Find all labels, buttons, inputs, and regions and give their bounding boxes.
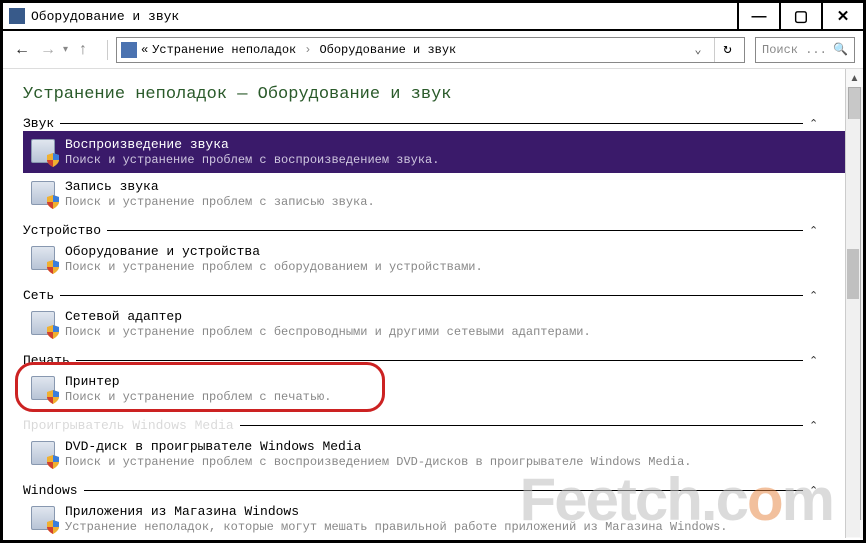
item-title: DVD-диск в проигрывателе Windows Media [65, 439, 692, 454]
item-title: Оборудование и устройства [65, 244, 483, 259]
location-icon [121, 42, 137, 58]
section-header[interactable]: Устройство ⌃ [23, 223, 851, 238]
app-icon [9, 8, 25, 24]
section-header[interactable]: Звук ⌃ [23, 116, 851, 131]
section-Печать: Печать⌃ПринтерПоиск и устранение проблем… [23, 353, 851, 410]
close-button[interactable]: ✕ [821, 2, 863, 30]
network-icon [29, 309, 57, 337]
address-bar[interactable]: « Устранение неполадок › Оборудование и … [116, 37, 745, 63]
item-title: Приложения из Магазина Windows [65, 504, 728, 519]
section-Сеть: Сеть⌃Сетевой адаптерПоиск и устранение п… [23, 288, 851, 345]
minimize-button[interactable]: — [737, 2, 779, 30]
history-dropdown[interactable]: ▾ [63, 44, 75, 55]
dvd-icon [29, 439, 57, 467]
troubleshooter-item[interactable]: Оборудование и устройстваПоиск и устране… [23, 238, 851, 280]
item-description: Поиск и устранение проблем с беспроводны… [65, 325, 591, 339]
shield-icon [47, 153, 59, 167]
section-Проигрыватель Windows Media: Проигрыватель Windows Media⌃DVD-диск в п… [23, 418, 851, 475]
section-label: Проигрыватель Windows Media [23, 418, 234, 433]
speaker-icon [29, 137, 57, 165]
section-label: Windows [23, 483, 78, 498]
outer-scroll-thumb[interactable] [847, 249, 859, 299]
section-label: Устройство [23, 223, 101, 238]
collapse-chevron-icon[interactable]: ⌃ [809, 224, 825, 237]
content-area: Устранение неполадок — Оборудование и зв… [3, 69, 863, 538]
store-icon [29, 504, 57, 532]
toolbar: ← → ▾ ↑ « Устранение неполадок › Оборудо… [3, 31, 863, 69]
item-description: Поиск и устранение проблем с воспроизвед… [65, 153, 439, 167]
section-header[interactable]: Печать ⌃ [23, 353, 851, 368]
breadcrumb-item-1[interactable]: Устранение неполадок [152, 43, 296, 57]
collapse-chevron-icon[interactable]: ⌃ [809, 289, 825, 302]
up-button[interactable]: ↑ [79, 41, 99, 59]
maximize-button[interactable]: ▢ [779, 2, 821, 30]
search-icon: 🔍 [833, 42, 848, 57]
refresh-button[interactable]: ↻ [714, 38, 740, 62]
section-label: Сеть [23, 288, 54, 303]
section-label: Печать [23, 353, 70, 368]
search-placeholder: Поиск ... [762, 43, 827, 57]
section-Windows: Windows⌃Приложения из Магазина WindowsУс… [23, 483, 851, 538]
section-Устройство: Устройство⌃Оборудование и устройстваПоис… [23, 223, 851, 280]
shield-icon [47, 260, 59, 274]
device-icon [29, 244, 57, 272]
section-label: Звук [23, 116, 54, 131]
section-header[interactable]: Windows ⌃ [23, 483, 851, 498]
item-title: Воспроизведение звука [65, 137, 439, 152]
item-title: Сетевой адаптер [65, 309, 591, 324]
window-title: Оборудование и звук [31, 9, 179, 24]
back-button[interactable]: ← [11, 39, 33, 61]
troubleshooter-item[interactable]: Сетевой адаптерПоиск и устранение пробле… [23, 303, 851, 345]
collapse-chevron-icon[interactable]: ⌃ [809, 117, 825, 130]
shield-icon [47, 195, 59, 209]
collapse-chevron-icon[interactable]: ⌃ [809, 484, 825, 497]
microphone-icon [29, 179, 57, 207]
collapse-chevron-icon[interactable]: ⌃ [809, 419, 825, 432]
troubleshooter-item[interactable]: Запись звукаПоиск и устранение проблем с… [23, 173, 851, 215]
forward-button[interactable]: → [37, 39, 59, 61]
printer-icon [29, 374, 57, 402]
collapse-chevron-icon[interactable]: ⌃ [809, 354, 825, 367]
item-description: Поиск и устранение проблем с печатью. [65, 390, 331, 404]
shield-icon [47, 520, 59, 534]
section-header[interactable]: Сеть ⌃ [23, 288, 851, 303]
shield-icon [47, 390, 59, 404]
titlebar: Оборудование и звук — ▢ ✕ [3, 3, 863, 31]
section-header[interactable]: Проигрыватель Windows Media ⌃ [23, 418, 851, 433]
item-description: Поиск и устранение проблем с записью зву… [65, 195, 375, 209]
section-Звук: Звук⌃Воспроизведение звукаПоиск и устран… [23, 116, 851, 215]
scroll-up-button[interactable]: ▲ [846, 69, 863, 87]
outer-scrollbar[interactable] [846, 119, 860, 537]
item-description: Устранение неполадок, которые могут меша… [65, 520, 728, 534]
search-input[interactable]: Поиск ... 🔍 [755, 37, 855, 63]
troubleshooter-item[interactable]: Воспроизведение звукаПоиск и устранение … [23, 131, 851, 173]
breadcrumb-prefix: « [141, 43, 148, 57]
address-dropdown[interactable]: ⌄ [690, 42, 706, 57]
item-description: Поиск и устранение проблем с воспроизвед… [65, 455, 692, 469]
item-title: Принтер [65, 374, 331, 389]
shield-icon [47, 455, 59, 469]
page-title: Устранение неполадок — Оборудование и зв… [23, 85, 851, 104]
item-description: Поиск и устранение проблем с оборудовани… [65, 260, 483, 274]
troubleshooter-item[interactable]: Приложения из Магазина WindowsУстранение… [23, 498, 851, 538]
breadcrumb-item-2[interactable]: Оборудование и звук [319, 43, 456, 57]
shield-icon [47, 325, 59, 339]
troubleshooter-item[interactable]: ПринтерПоиск и устранение проблем с печа… [23, 368, 851, 410]
troubleshooter-item[interactable]: DVD-диск в проигрывателе Windows MediaПо… [23, 433, 851, 475]
breadcrumb-separator: › [304, 43, 311, 57]
item-title: Запись звука [65, 179, 375, 194]
